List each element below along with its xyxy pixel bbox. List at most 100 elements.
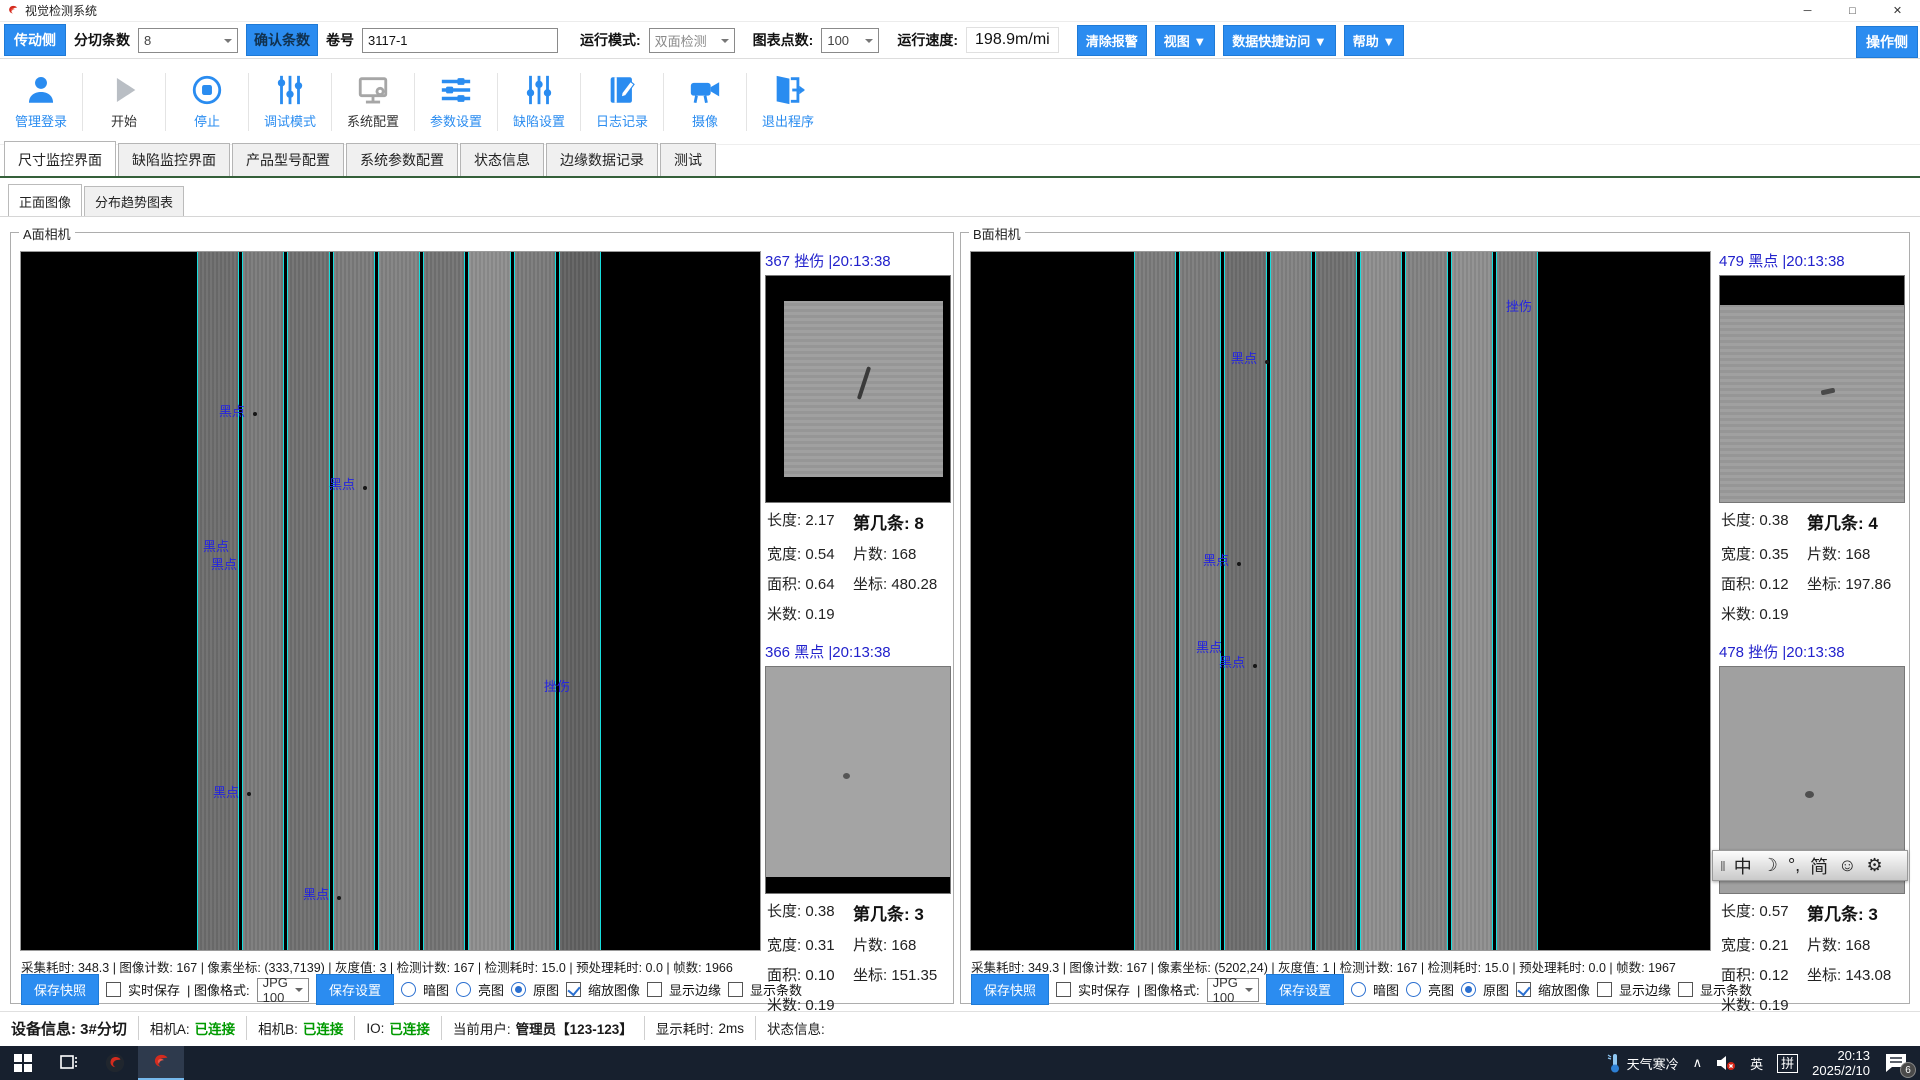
roll-number-input[interactable]: [362, 28, 558, 53]
drive-side-button[interactable]: 传动侧: [4, 24, 66, 56]
clear-alarm-button[interactable]: 清除报警: [1077, 25, 1147, 56]
device-status-bar: 设备信息: 3#分切 相机A: 已连接 相机B: 已连接 IO: 已连接 当前用…: [0, 1011, 1920, 1044]
save-snapshot-button[interactable]: 保存快照: [21, 974, 99, 1005]
volume-muted-icon[interactable]: [1716, 1055, 1736, 1071]
maximize-button[interactable]: □: [1830, 0, 1875, 22]
dark-image-radio[interactable]: [401, 982, 416, 997]
parameter-settings-button[interactable]: 参数设置: [415, 65, 497, 139]
slit-count-select[interactable]: 8: [138, 28, 238, 53]
image-format-select[interactable]: JPG 100: [1207, 978, 1259, 1002]
fullwidth-moon-icon[interactable]: ☽: [1762, 855, 1778, 876]
tray-expand-chevron[interactable]: ∧: [1693, 1055, 1703, 1071]
taskbar-clock[interactable]: 20:13 2025/2/10: [1812, 1048, 1870, 1078]
defect-header[interactable]: 366 黑点 |20:13:38: [765, 642, 951, 666]
strip: [1179, 252, 1221, 950]
zoom-image-checkbox[interactable]: [1516, 982, 1531, 997]
stop-button[interactable]: 停止: [166, 65, 248, 139]
run-mode-select[interactable]: 双面检测: [649, 28, 735, 53]
tab-status-info[interactable]: 状态信息: [460, 143, 544, 176]
debug-mode-button[interactable]: 调试模式: [249, 65, 331, 139]
panel-b-controls: 保存快照 实时保存 | 图像格式: JPG 100 保存设置 暗图 亮图 原图 …: [971, 976, 1711, 1003]
show-strips-checkbox[interactable]: [1678, 982, 1693, 997]
tab-front-image[interactable]: 正面图像: [8, 184, 82, 216]
tab-size-monitor[interactable]: 尺寸监控界面: [4, 141, 116, 176]
zoom-image-checkbox[interactable]: [566, 982, 581, 997]
emoji-panel-icon[interactable]: ☺: [1838, 855, 1856, 876]
log-record-button[interactable]: 日志记录: [581, 65, 663, 139]
defect-label: 黑点: [1231, 348, 1257, 367]
show-edge-checkbox[interactable]: [1597, 982, 1612, 997]
notification-center-button[interactable]: 6: [1884, 1052, 1910, 1074]
simplified-toggle[interactable]: 简: [1810, 853, 1828, 879]
taskbar-app[interactable]: [92, 1046, 138, 1080]
defect-label: 黑点: [303, 884, 329, 903]
defect-header[interactable]: 367 挫伤 |20:13:38: [765, 251, 951, 275]
save-settings-button[interactable]: 保存设置: [1266, 974, 1344, 1005]
bright-image-radio[interactable]: [1406, 982, 1421, 997]
dark-image-radio[interactable]: [1351, 982, 1366, 997]
weather-widget[interactable]: 天气寒冷: [1607, 1053, 1679, 1073]
defect-mark: [253, 412, 257, 416]
bright-image-radio[interactable]: [456, 982, 471, 997]
defect-header[interactable]: 479 黑点 |20:13:38: [1719, 251, 1905, 275]
realtime-save-checkbox[interactable]: [106, 982, 121, 997]
show-edge-checkbox[interactable]: [647, 982, 662, 997]
language-indicator[interactable]: 英: [1750, 1054, 1763, 1073]
tab-trend-chart[interactable]: 分布趋势图表: [84, 186, 184, 216]
original-image-radio[interactable]: [511, 982, 526, 997]
data-quick-access-button[interactable]: 数据快捷访问 ▼: [1223, 25, 1335, 56]
start-button[interactable]: 开始: [83, 65, 165, 139]
defect-mark: [363, 486, 367, 490]
exit-program-button[interactable]: 退出程序: [747, 65, 829, 139]
strip: [468, 252, 510, 950]
defect-thumbnail[interactable]: [1719, 275, 1905, 503]
minimize-button[interactable]: ─: [1785, 0, 1830, 22]
tab-edge-data[interactable]: 边缘数据记录: [546, 143, 658, 176]
time: 20:13: [1812, 1048, 1870, 1063]
realtime-save-checkbox[interactable]: [1056, 982, 1071, 997]
tab-test[interactable]: 测试: [660, 143, 716, 176]
ime-toolbar: ‖ 中 ☽ °, 简 ☺ ⚙: [1712, 850, 1908, 881]
defect-settings-button[interactable]: 缺陷设置: [498, 65, 580, 139]
drag-handle-icon[interactable]: ‖: [1720, 858, 1724, 874]
icon-toolbar: 管理登录 开始 停止 调试模式: [0, 59, 1920, 145]
system-config-button[interactable]: 系统配置: [332, 65, 414, 139]
defect-thumbnail[interactable]: [765, 666, 951, 894]
view-menu-button[interactable]: 视图 ▼: [1155, 25, 1215, 56]
defect-stats: 长度: 0.38 第几条: 3 宽度: 0.31 片数: 168 面积: 0.1…: [765, 894, 951, 1023]
chart-points-select[interactable]: 100: [821, 28, 879, 53]
punctuation-toggle-icon[interactable]: °,: [1788, 855, 1800, 876]
taskbar-app-active[interactable]: [138, 1046, 184, 1080]
show-strips-checkbox[interactable]: [728, 982, 743, 997]
image-format-select[interactable]: JPG 100: [257, 978, 309, 1002]
admin-login-button[interactable]: 管理登录: [0, 65, 82, 139]
camera-b-status: 已连接: [303, 1018, 344, 1038]
camera-b-image[interactable]: 挫伤 黑点 黑点 黑点 黑点: [970, 251, 1711, 951]
defect-thumbnail[interactable]: [765, 275, 951, 503]
close-button[interactable]: ✕: [1875, 0, 1920, 22]
app-logo-icon: [6, 4, 20, 18]
ime-settings-gear-icon[interactable]: ⚙: [1867, 855, 1883, 876]
save-settings-button[interactable]: 保存设置: [316, 974, 394, 1005]
io-connection: IO: 已连接: [355, 1016, 442, 1040]
ime-indicator[interactable]: 拼: [1777, 1054, 1798, 1073]
save-snapshot-button[interactable]: 保存快照: [971, 974, 1049, 1005]
tab-system-params[interactable]: 系统参数配置: [346, 143, 458, 176]
thermometer-icon: [1607, 1053, 1623, 1073]
defect-header[interactable]: 478 挫伤 |20:13:38: [1719, 642, 1905, 666]
confirm-count-button[interactable]: 确认条数: [246, 24, 318, 56]
log-book-icon: [603, 73, 641, 107]
camera-capture-button[interactable]: 摄像: [664, 65, 746, 139]
strip: [1270, 252, 1312, 950]
tab-defect-monitor[interactable]: 缺陷监控界面: [118, 143, 230, 176]
original-image-radio[interactable]: [1461, 982, 1476, 997]
camera-a-image[interactable]: 黑点 黑点 黑点 黑点 挫伤 黑点 黑点: [20, 251, 761, 951]
help-menu-button[interactable]: 帮助 ▼: [1344, 25, 1404, 56]
ime-mode-toggle[interactable]: 中: [1734, 853, 1752, 879]
operate-side-button[interactable]: 操作侧: [1856, 26, 1918, 58]
tab-product-model[interactable]: 产品型号配置: [232, 143, 344, 176]
video-camera-icon: [686, 73, 724, 107]
task-view-button[interactable]: [46, 1046, 92, 1080]
start-button[interactable]: [0, 1046, 46, 1080]
panel-b-title: B面相机: [969, 224, 1025, 243]
